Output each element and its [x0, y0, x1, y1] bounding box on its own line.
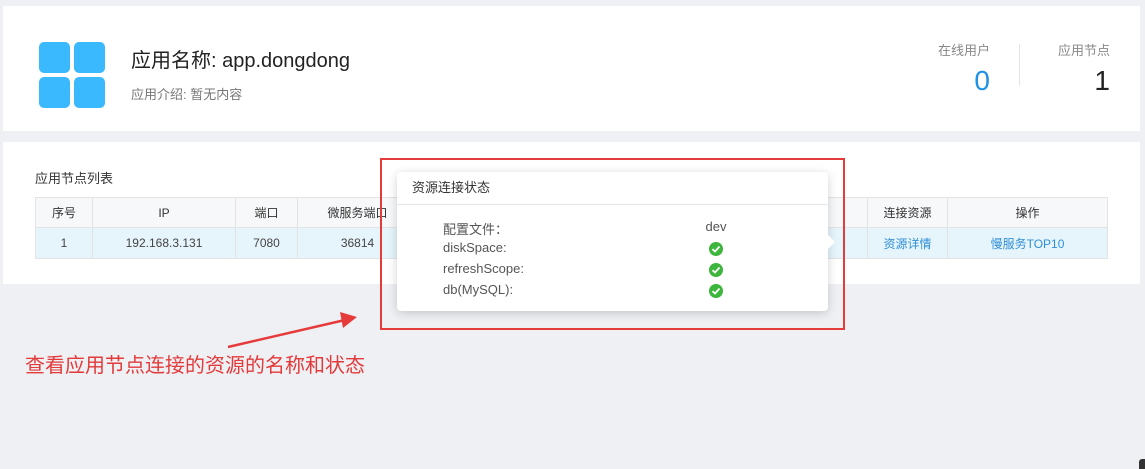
app-info-card: 应用名称: app.dongdong 应用介绍: 暂无内容 在线用户 0 应用节… [3, 6, 1140, 131]
app-logo-icon [39, 42, 105, 112]
app-nodes-value: 1 [1094, 65, 1110, 96]
app-nodes-label: 应用节点 [1057, 43, 1110, 58]
annotation-text: 查看应用节点连接的资源的名称和状态 [25, 355, 365, 377]
stat-divider [1019, 44, 1020, 86]
col-header-resources: 连接资源 [867, 197, 948, 228]
resource-name: db(MySQL): [443, 282, 514, 297]
resource-row-diskspace: diskSpace: [443, 240, 783, 260]
col-header-port: 端口 [235, 197, 298, 228]
resource-name: diskSpace: [443, 240, 507, 255]
check-circle-icon [709, 284, 723, 298]
app-description: 应用介绍: 暂无内容 [131, 87, 243, 102]
app-nodes-stat: 应用节点 1 [1058, 40, 1110, 97]
resource-details-link[interactable]: 资源详情 [867, 227, 948, 259]
slow-service-top10-link[interactable]: 慢服务TOP10 [947, 227, 1108, 259]
resource-row-config: 配置文件： dev [443, 219, 783, 239]
app-name: 应用名称: app.dongdong [131, 50, 351, 72]
check-circle-icon [709, 242, 723, 256]
resource-row-refreshscope: refreshScope: [443, 261, 783, 281]
cell-port: 7080 [235, 227, 298, 259]
online-users-value: 0 [974, 65, 990, 96]
node-list-title: 应用节点列表 [35, 171, 114, 186]
resource-name: 配置文件： [443, 222, 509, 237]
col-header-ip: IP [92, 197, 236, 228]
resource-value: dev [705, 219, 727, 234]
check-circle-icon [709, 263, 723, 277]
resource-row-db: db(MySQL): [443, 282, 783, 302]
resource-status-popover: 资源连接状态 配置文件： dev diskSpace: refreshScope… [397, 172, 835, 311]
popover-arrow [828, 235, 835, 249]
corner-mark [1139, 459, 1145, 469]
popover-title: 资源连接状态 [397, 172, 828, 205]
col-header-index: 序号 [35, 197, 93, 228]
online-users-label: 在线用户 [937, 43, 990, 58]
col-header-actions: 操作 [947, 197, 1108, 228]
online-users-stat: 在线用户 0 [938, 40, 990, 97]
cell-ip: 192.168.3.131 [92, 227, 236, 259]
resource-name: refreshScope: [443, 261, 524, 276]
cell-index: 1 [35, 227, 93, 259]
